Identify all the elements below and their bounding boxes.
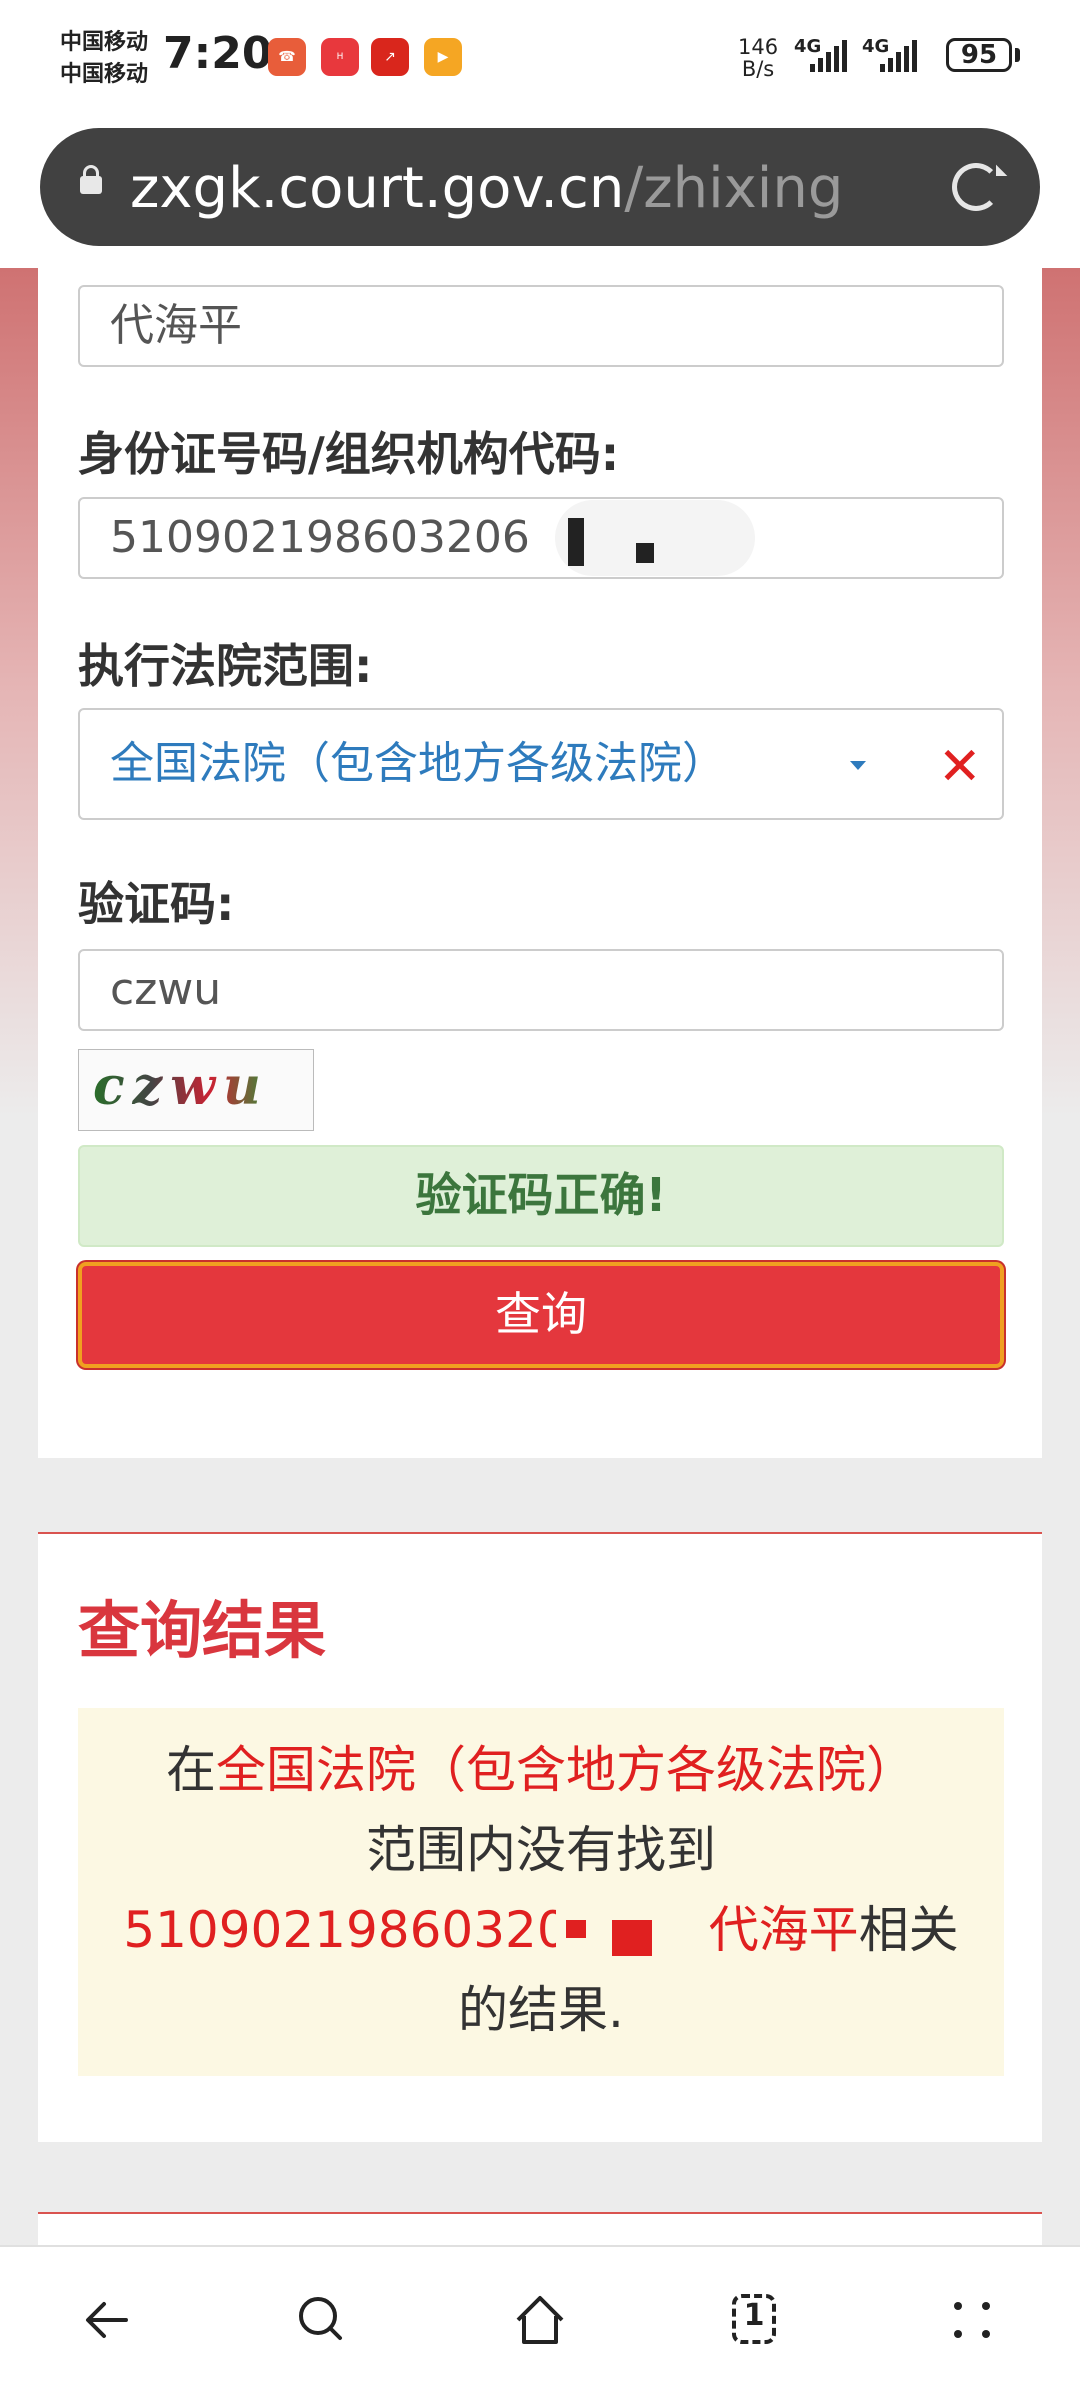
captcha-ok-alert: 验证码正确!: [78, 1145, 1004, 1247]
carrier-2: 中国移动: [60, 62, 149, 87]
result-message: 在全国法院（包含地方各级法院） 范围内没有找到 51090219860320 代海…: [78, 1708, 1004, 2076]
captcha-input[interactable]: czwu: [78, 949, 1004, 1031]
redaction-mask: [566, 1920, 586, 1938]
redaction-mask: [636, 543, 654, 563]
query-button[interactable]: 查询: [78, 1262, 1004, 1368]
search-icon[interactable]: [292, 2290, 352, 2350]
net-speed: 146 B/s: [738, 35, 779, 81]
captcha-label: 验证码:: [78, 877, 235, 931]
id-input[interactable]: 510902198603206: [78, 497, 1004, 579]
redaction-mask: [568, 518, 584, 566]
result-title: 查询结果: [78, 1594, 327, 1667]
battery-icon: 95: [946, 38, 1012, 72]
clear-icon[interactable]: ✕: [938, 737, 982, 797]
captcha-image[interactable]: czwu: [78, 1049, 314, 1131]
lock-icon: [80, 165, 102, 194]
tabs-icon[interactable]: 1: [728, 2290, 788, 2350]
phone-app-icon: ☎: [268, 38, 306, 76]
huawei-app-icon: H: [321, 38, 359, 76]
stock-app-icon: ↗: [371, 38, 409, 76]
tabs-count: 1: [743, 2298, 765, 2333]
video-app-icon: ▶: [424, 38, 462, 76]
clock: 7:20: [163, 28, 273, 79]
name-input[interactable]: 代海平: [78, 285, 1004, 367]
url-text[interactable]: zxgk.court.gov.cn/zhixing: [130, 156, 843, 221]
signal-icon-1: 4G: [794, 36, 850, 76]
chevron-down-icon[interactable]: [850, 761, 866, 770]
redaction-mask: [555, 500, 755, 576]
battery-tip: [1015, 48, 1020, 62]
back-icon[interactable]: [78, 2290, 138, 2350]
reload-icon[interactable]: [952, 163, 1000, 211]
captcha-text: czwu: [93, 1056, 269, 1117]
menu-icon[interactable]: [942, 2290, 1002, 2350]
court-label: 执行法院范围:: [78, 639, 373, 693]
redaction-mask: [612, 1920, 652, 1956]
signal-icon-2: 4G: [862, 36, 926, 76]
id-label: 身份证号码/组织机构代码:: [78, 427, 620, 481]
carrier-1: 中国移动: [60, 30, 149, 55]
home-icon[interactable]: [510, 2290, 570, 2350]
